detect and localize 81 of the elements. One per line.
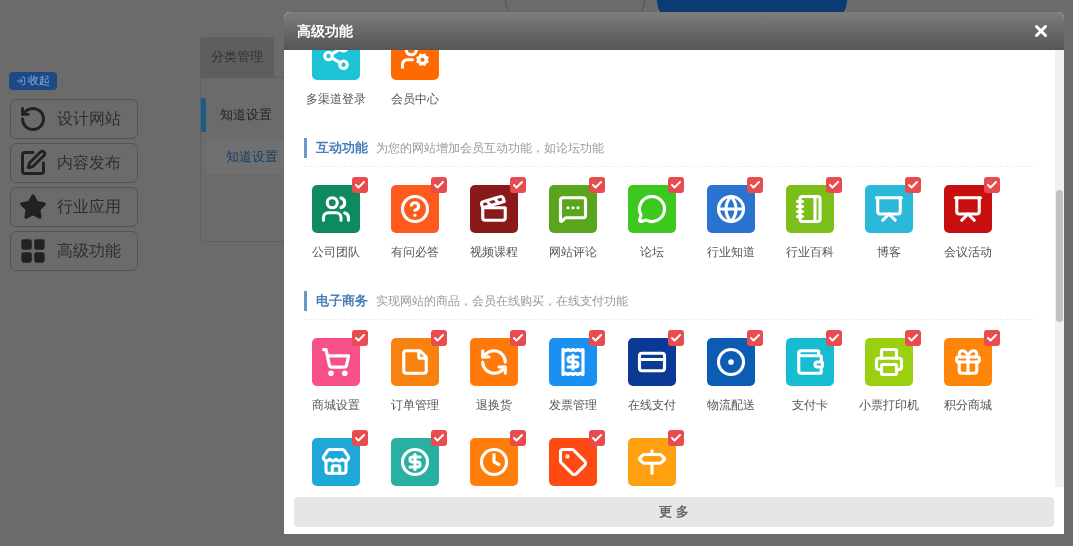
feature-label: 发票管理 xyxy=(548,397,597,414)
check-badge[interactable] xyxy=(509,330,526,346)
chat-bubble-icon[interactable] xyxy=(548,185,597,233)
check-badge[interactable] xyxy=(825,177,842,193)
globe-icon[interactable] xyxy=(706,185,755,233)
cart-icon[interactable] xyxy=(311,338,360,386)
meeting-icon[interactable] xyxy=(943,185,992,233)
check-badge[interactable] xyxy=(667,177,684,193)
feature-label: 退换货 xyxy=(475,397,512,414)
star-icon xyxy=(19,193,47,221)
feature-label: 行业知道 xyxy=(706,244,755,261)
check-badge[interactable] xyxy=(430,177,447,193)
grid-icon xyxy=(19,237,47,265)
feature-label: 有问必答 xyxy=(390,244,439,261)
collapse-icon xyxy=(16,76,26,86)
feature-label: 积分商城 xyxy=(943,397,992,414)
check-badge[interactable] xyxy=(983,177,1000,193)
sidebar-button[interactable]: 行业应用 xyxy=(10,187,138,227)
check-badge[interactable] xyxy=(430,430,447,446)
notebook-icon[interactable] xyxy=(785,185,834,233)
check-badge[interactable] xyxy=(351,330,368,346)
check-badge[interactable] xyxy=(825,330,842,346)
section-title: 互动功能 xyxy=(316,139,368,158)
check-badge[interactable] xyxy=(588,430,605,446)
sidebar-button[interactable]: 高级功能 xyxy=(10,231,138,271)
check-badge[interactable] xyxy=(983,330,1000,346)
question-icon[interactable] xyxy=(390,185,439,233)
feature-label: 网站评论 xyxy=(548,244,597,261)
sign-icon[interactable] xyxy=(627,438,676,486)
check-badge[interactable] xyxy=(351,177,368,193)
receipt-icon[interactable] xyxy=(548,338,597,386)
board-icon[interactable] xyxy=(864,185,913,233)
speech-bubble-icon[interactable] xyxy=(627,185,676,233)
check-badge[interactable] xyxy=(746,177,763,193)
modal-title: 高级功能 xyxy=(297,21,353,41)
feature-label: 公司团队 xyxy=(311,244,360,261)
check-badge[interactable] xyxy=(904,330,921,346)
printer-icon[interactable] xyxy=(864,338,913,386)
check-badge[interactable] xyxy=(667,330,684,346)
scrollbar[interactable] xyxy=(1055,50,1064,487)
section-description: 为您的网站增加会员互动功能，如论坛功能 xyxy=(376,140,604,157)
undo-icon xyxy=(19,105,47,133)
close-icon[interactable] xyxy=(1032,22,1050,40)
gift-icon[interactable] xyxy=(943,338,992,386)
check-badge[interactable] xyxy=(904,177,921,193)
feature-label: 订单管理 xyxy=(390,397,439,414)
more-button[interactable]: 更 多 xyxy=(294,497,1054,527)
people-icon[interactable] xyxy=(311,185,360,233)
feature-label: 博客 xyxy=(876,244,901,261)
section-title: 电子商务 xyxy=(316,292,368,311)
clapperboard-icon[interactable] xyxy=(469,185,518,233)
feature-label: 会员中心 xyxy=(390,91,439,108)
store-icon[interactable] xyxy=(311,438,360,486)
feature-label: 小票打印机 xyxy=(858,397,919,414)
check-badge[interactable] xyxy=(351,430,368,446)
feature-label: 视频课程 xyxy=(469,244,518,261)
tag-icon[interactable] xyxy=(548,438,597,486)
feature-label: 物流配送 xyxy=(706,397,755,414)
check-badge[interactable] xyxy=(430,330,447,346)
section-description: 实现网站的商品，会员在线购买，在线支付功能 xyxy=(376,293,628,310)
feature-label: 会议活动 xyxy=(943,244,992,261)
wheel-icon[interactable] xyxy=(706,338,755,386)
feature-label: 论坛 xyxy=(639,244,664,261)
check-badge[interactable] xyxy=(588,330,605,346)
feature-label: 行业百科 xyxy=(785,244,834,261)
collapse-button[interactable]: 收起 xyxy=(9,72,57,90)
clock-icon[interactable] xyxy=(469,438,518,486)
feature-label: 在线支付 xyxy=(627,397,676,414)
feature-label: 支付卡 xyxy=(791,397,828,414)
return-icon[interactable] xyxy=(469,338,518,386)
check-badge[interactable] xyxy=(667,430,684,446)
sidebar-button[interactable]: 设计网站 xyxy=(10,99,138,139)
note-icon[interactable] xyxy=(390,338,439,386)
check-badge[interactable] xyxy=(509,177,526,193)
check-badge[interactable] xyxy=(588,177,605,193)
feature-label: 商城设置 xyxy=(311,397,360,414)
coin-icon[interactable] xyxy=(390,438,439,486)
edit-icon xyxy=(19,149,47,177)
check-badge[interactable] xyxy=(509,430,526,446)
check-badge[interactable] xyxy=(746,330,763,346)
sidebar-button[interactable]: 内容发布 xyxy=(10,143,138,183)
